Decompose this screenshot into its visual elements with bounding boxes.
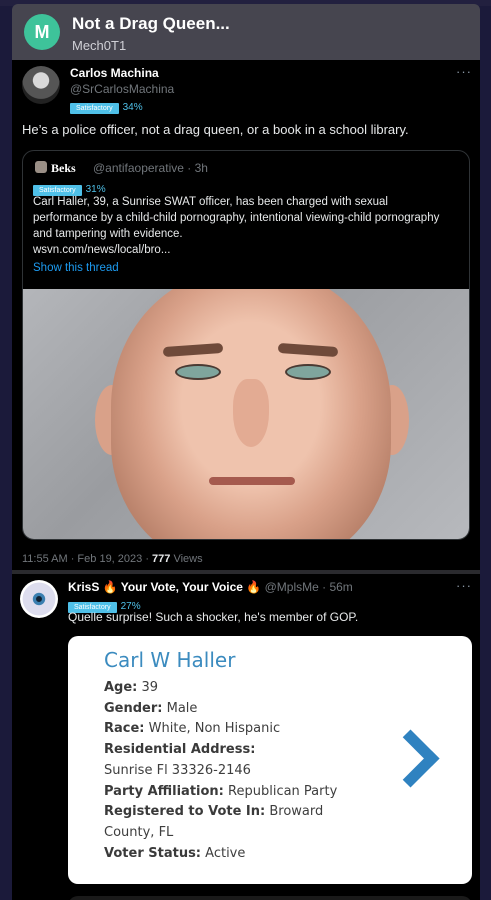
quote-link[interactable]: wsvn.com/news/local/bro...: [33, 244, 170, 256]
rating-percent: 34%: [122, 102, 143, 113]
show-thread-link[interactable]: Show this thread: [33, 262, 119, 274]
registered-row: Registered to Vote In: Broward: [104, 802, 374, 823]
more-options-icon[interactable]: ···: [456, 578, 472, 593]
author-handle[interactable]: @MplsMe · 56m: [265, 580, 353, 594]
chevron-right-icon[interactable]: [381, 729, 440, 788]
satisfactory-badge: Satisfactory: [70, 103, 119, 114]
app-logo-icon[interactable]: M: [24, 14, 60, 50]
address-value: Sunrise Fl 33326-2146: [104, 762, 251, 778]
author-name[interactable]: KrisS 🔥 Your Vote, Your Voice 🔥: [68, 580, 261, 594]
age-label: Age:: [104, 680, 138, 695]
tweet-text: He’s a police officer, not a drag queen,…: [22, 122, 409, 137]
gender-label: Gender:: [104, 700, 163, 716]
tweet-meta: 11:55 AM · Feb 19, 2023 · 777 Views: [22, 553, 203, 565]
eye-shape: [175, 364, 221, 380]
avatar[interactable]: [20, 580, 58, 618]
mugshot-image[interactable]: [23, 289, 469, 539]
age-row: Age: 39: [104, 678, 374, 699]
eye-shape: [285, 364, 331, 380]
quote-author-name[interactable]: Beks: [51, 161, 76, 176]
status-label: Voter Status:: [104, 845, 202, 861]
page-title: Not a Drag Queen...: [72, 14, 230, 33]
registered-value-2: County, FL: [104, 824, 174, 840]
views-count: 777: [152, 553, 171, 565]
content-panel: Carlos Machina @SrCarlosMachina Satisfac…: [12, 60, 480, 900]
mouth-shape: [209, 477, 295, 485]
voter-record-card[interactable]: Carl W Haller Age: 39 Gender: Male Race:…: [68, 636, 472, 884]
quote-text: Carl Haller, 39, a Sunrise SWAT officer,…: [33, 194, 453, 258]
nose-shape: [233, 379, 269, 447]
timestamp[interactable]: 11:55 AM · Feb 19, 2023 ·: [22, 553, 149, 565]
race-row: Race: White, Non Hispanic: [104, 719, 374, 740]
app-header: M Not a Drag Queen... Mech0T1: [12, 4, 480, 60]
registered-label: Registered to Vote In:: [104, 804, 266, 820]
more-options-icon[interactable]: ···: [456, 64, 472, 79]
page-subtitle[interactable]: Mech0T1: [72, 38, 126, 53]
tweet-kriss[interactable]: KrisS 🔥 Your Vote, Your Voice 🔥 @MplsMe …: [12, 574, 480, 900]
tweet-carlos-machina[interactable]: Carlos Machina @SrCarlosMachina Satisfac…: [12, 60, 480, 570]
quote-author-handle[interactable]: @antifaoperative · 3h: [93, 161, 208, 175]
race-label: Race:: [104, 721, 145, 737]
card-details: Age: 39 Gender: Male Race: White, Non Hi…: [104, 678, 374, 864]
address-label: Residential Address:: [104, 742, 256, 758]
gender-value: Male: [166, 700, 198, 716]
party-label: Party Affiliation:: [104, 783, 224, 799]
author-name[interactable]: Carlos Machina: [70, 66, 159, 80]
party-value: Republican Party: [228, 783, 338, 799]
status-row: Voter Status: Active: [104, 844, 374, 865]
author-line[interactable]: KrisS 🔥 Your Vote, Your Voice 🔥 @MplsMe …: [68, 580, 353, 594]
gender-row: Gender: Male: [104, 699, 374, 720]
card-title: Carl W Haller: [104, 648, 236, 672]
party-row: Party Affiliation: Republican Party: [104, 782, 374, 803]
author-handle[interactable]: @SrCarlosMachina: [70, 82, 174, 96]
quote-avatar[interactable]: [35, 161, 47, 173]
age-value: 39: [141, 680, 159, 695]
registered-value: Broward: [269, 804, 324, 820]
quote-body: Carl Haller, 39, a Sunrise SWAT officer,…: [33, 196, 440, 240]
status-value: Active: [205, 845, 246, 861]
next-card-edge: [68, 896, 472, 900]
race-value: White, Non Hispanic: [148, 721, 281, 737]
address-row: Residential Address:: [104, 740, 374, 761]
rating: Satisfactory 34%: [70, 97, 143, 115]
tweet-text: Quelle surprise! Such a shocker, he's me…: [68, 610, 359, 624]
avatar[interactable]: [22, 66, 60, 104]
quoted-tweet[interactable]: Beks @antifaoperative · 3h Satisfactory 3…: [22, 150, 470, 540]
views-label: Views: [173, 553, 203, 565]
